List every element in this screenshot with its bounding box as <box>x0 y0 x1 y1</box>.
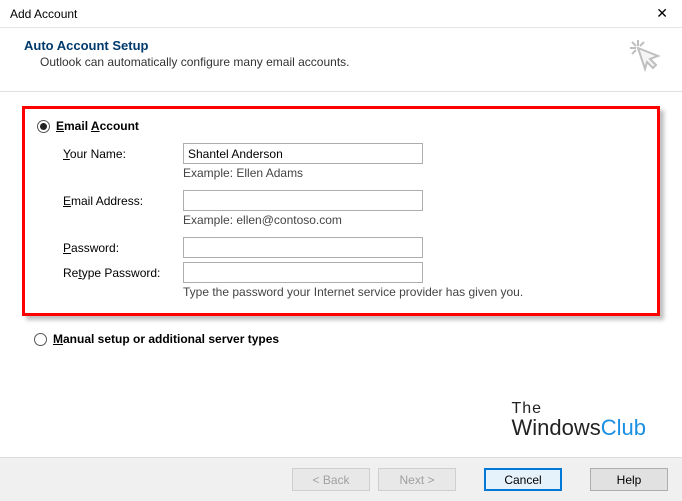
highlight-box: Email Account Your Name: Example: Ellen … <box>22 106 660 316</box>
label-password: Password: <box>63 241 183 255</box>
titlebar: Add Account ✕ <box>0 0 682 28</box>
wizard-body: Email Account Your Name: Example: Ellen … <box>0 92 682 354</box>
close-button[interactable]: ✕ <box>650 3 674 24</box>
wizard-footer: < Back Next > Cancel Help <box>0 457 682 501</box>
input-email[interactable] <box>183 190 423 211</box>
radio-icon <box>37 120 50 133</box>
label-retype: Retype Password: <box>63 266 183 280</box>
row-password: Password: <box>63 237 645 258</box>
help-button[interactable]: Help <box>590 468 668 491</box>
radio-label: Email Account <box>56 119 139 133</box>
helper-text-email: Example: ellen@contoso.com <box>183 213 342 227</box>
radio-manual-setup[interactable]: Manual setup or additional server types <box>34 332 660 346</box>
header-subtitle: Outlook can automatically configure many… <box>40 55 658 69</box>
next-button: Next > <box>378 468 456 491</box>
radio-icon <box>34 333 47 346</box>
input-password[interactable] <box>183 237 423 258</box>
helper-text-password: Type the password your Internet service … <box>183 285 523 299</box>
helper-email: Example: ellen@contoso.com <box>63 213 645 227</box>
label-your-name: Your Name: <box>63 147 183 161</box>
header-title: Auto Account Setup <box>24 38 658 53</box>
watermark: The WindowsClub <box>512 401 647 439</box>
watermark-line2: WindowsClub <box>512 417 647 439</box>
window-title: Add Account <box>10 7 77 21</box>
input-retype-password[interactable] <box>183 262 423 283</box>
radio-email-account[interactable]: Email Account <box>37 119 645 133</box>
row-retype: Retype Password: <box>63 262 645 283</box>
radio-label: Manual setup or additional server types <box>53 332 279 346</box>
helper-text-your-name: Example: Ellen Adams <box>183 166 303 180</box>
input-your-name[interactable] <box>183 143 423 164</box>
wizard-header: Auto Account Setup Outlook can automatic… <box>0 28 682 92</box>
helper-password: Type the password your Internet service … <box>63 285 645 299</box>
cursor-click-icon <box>628 38 662 75</box>
cancel-button[interactable]: Cancel <box>484 468 562 491</box>
row-email: Email Address: <box>63 190 645 211</box>
back-button: < Back <box>292 468 370 491</box>
row-your-name: Your Name: <box>63 143 645 164</box>
label-email: Email Address: <box>63 194 183 208</box>
helper-your-name: Example: Ellen Adams <box>63 166 645 180</box>
